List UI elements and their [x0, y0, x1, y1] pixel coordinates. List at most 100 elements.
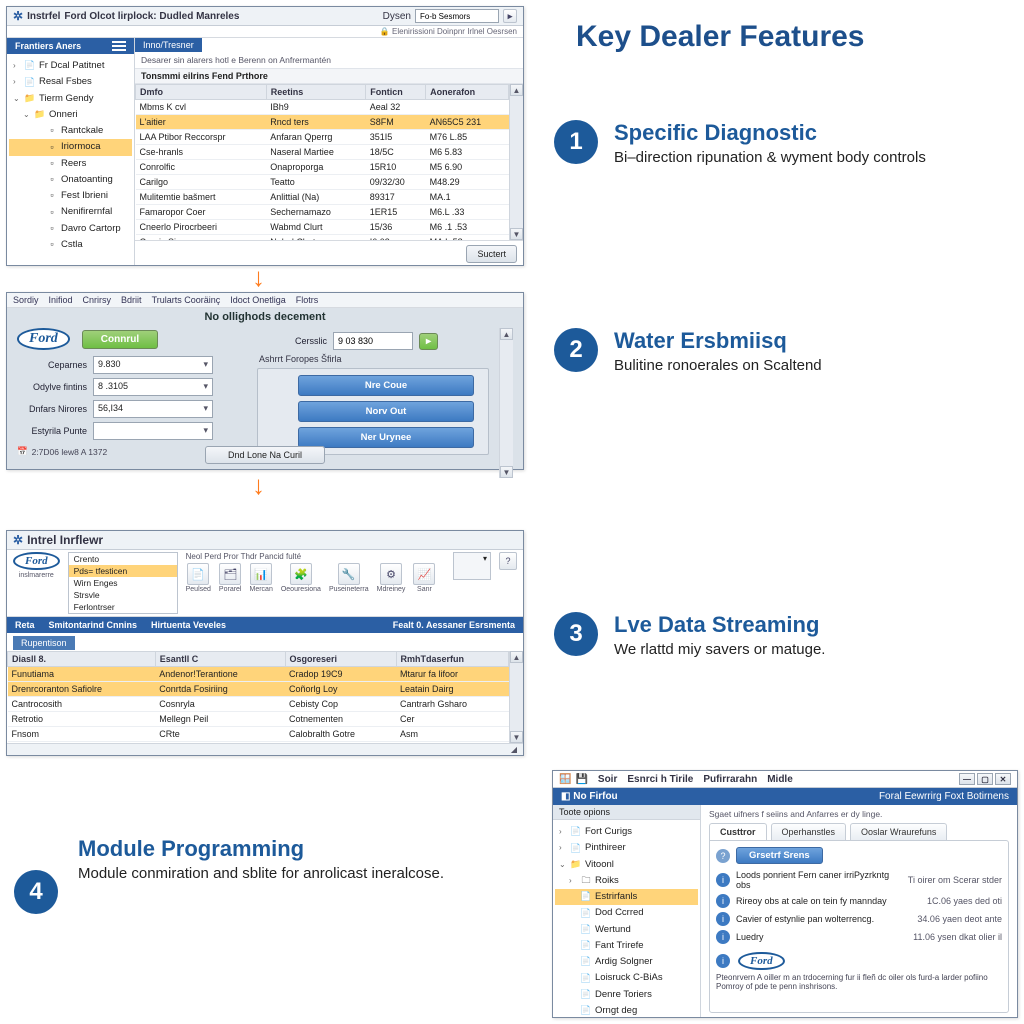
tree-item[interactable]: 📄Estrirfanls — [555, 889, 698, 905]
tab-customer[interactable]: Custtror — [709, 823, 767, 840]
toolbar-button[interactable]: 🧩 — [290, 563, 312, 585]
tree-item[interactable]: 📄Fant Trirefe — [555, 938, 698, 954]
tree-item[interactable]: ▫Nenifirernfal — [9, 204, 132, 220]
tree-item[interactable]: ›🗀Roiks — [555, 873, 698, 889]
table-row[interactable]: Cse-hranlsNaseral Martiee18/5CM6 5.83 — [136, 145, 509, 160]
toolbar-button[interactable]: 🔧 — [338, 563, 360, 585]
data-grid[interactable]: DmfoReetinsFonticnAonerafonMbms K cvlIBh… — [135, 84, 509, 240]
menu-bar[interactable]: SordiyInifiodCnrirsyBdriitTrularts Coorä… — [7, 293, 523, 308]
table-row[interactable]: Mbms K cvlIBh9Aeal 32 — [136, 100, 509, 115]
scroll-down[interactable]: ▼ — [510, 228, 523, 240]
footer-button[interactable]: Suctert — [466, 245, 517, 263]
tree-item[interactable]: 📄Wertund — [555, 922, 698, 938]
table-row[interactable]: Mulitemtie bašmertAnlittial (Na)89317MA.… — [136, 190, 509, 205]
general-button[interactable]: Grsetrf Srens — [736, 847, 823, 864]
tab-active[interactable]: Inno/Tresner — [135, 38, 202, 52]
tree-item[interactable]: ▫Cstla — [9, 237, 132, 253]
tree-item[interactable]: ›📄Fort Curigs — [555, 824, 698, 840]
scrollbar[interactable]: ▲ ▼ — [509, 651, 523, 743]
select-input[interactable]: 8 .3105▾ — [93, 378, 213, 396]
select-input[interactable]: ▾ — [93, 422, 213, 440]
table-row[interactable]: ConrolficOnaproporga15R10M5 6.90 — [136, 160, 509, 175]
table-row[interactable]: Drenrcoranton SafiolreConrtda FosiriingC… — [8, 682, 509, 697]
menu-item[interactable]: Flotrs — [296, 295, 319, 305]
menu-item[interactable]: Midle — [767, 774, 793, 785]
tree-item[interactable]: 📄Ardig Solgner — [555, 954, 698, 970]
help-button[interactable]: ? — [499, 552, 517, 570]
col-header[interactable]: Fonticn — [366, 85, 426, 100]
value-input[interactable] — [333, 332, 413, 350]
dropdown-menu[interactable]: CrentoPds= tfesticenWirn EngesStrsvleFer… — [68, 552, 178, 614]
menu-item[interactable]: Trularts Cooräinç — [152, 295, 221, 305]
data-grid[interactable]: Diasll 8.Esantll COsgoreseriRmhTdaserfun… — [7, 651, 509, 743]
action-button-2[interactable]: Norv Out — [298, 401, 474, 422]
table-row[interactable]: CantrocosithCosnrylaCebisty CopCantrarh … — [8, 697, 509, 712]
bottom-button[interactable]: Dnd Lone Na Curil — [205, 446, 325, 464]
resize-grip-icon[interactable]: ◢ — [511, 745, 517, 754]
table-row[interactable]: LAA Ptibor ReccorsprAnfaran Qperrg351I5M… — [136, 130, 509, 145]
nav-tree[interactable]: ›📄Fr Dcal Patitnet›📄Resal Fsbes⌄📁Tierm G… — [7, 54, 134, 257]
col-header[interactable]: RmhTdaserfun — [396, 652, 509, 667]
tab-operations[interactable]: Operhanstles — [771, 823, 847, 840]
minimize-button[interactable]: — — [959, 773, 975, 785]
tree-item[interactable]: ▫Rantckale — [9, 123, 132, 139]
action-button-1[interactable]: Nre Coue — [298, 375, 474, 396]
scroll-down[interactable]: ▼ — [510, 731, 523, 743]
menu-item[interactable]: Inifiod — [49, 295, 73, 305]
table-row[interactable]: L'aitierRncd tersS8FMAN65C5 231 — [136, 115, 509, 130]
go-button[interactable]: ▸ — [419, 333, 438, 350]
tree-item[interactable]: ›📄Fr Dcal Patitnet — [9, 58, 132, 74]
toolbar-button[interactable]: 📄 — [187, 563, 209, 585]
scrollbar[interactable]: ▲ ▼ — [509, 84, 523, 240]
tree-item[interactable]: 📄Dod Ccrred — [555, 905, 698, 921]
menu-icon[interactable] — [112, 41, 126, 51]
tree-item[interactable]: ▫Onatoanting — [9, 172, 132, 188]
col-header[interactable]: Diasll 8. — [8, 652, 156, 667]
tree-item[interactable]: ▫Davro Cartorp — [9, 221, 132, 237]
toolbar-button[interactable]: 📈 — [413, 563, 435, 585]
tree-item[interactable]: ▫Reers — [9, 156, 132, 172]
close-button[interactable]: ✕ — [995, 773, 1011, 785]
col-header[interactable]: Reetins — [266, 85, 365, 100]
table-row[interactable]: FnsomCRteCalobralth GotreAsm — [8, 727, 509, 742]
table-row[interactable]: FunutiamaAndenor!TerantioneCradop 19C9Mt… — [8, 667, 509, 682]
toolbar-button[interactable]: 📊 — [250, 563, 272, 585]
tree-item[interactable]: ⌄📁Tierm Gendy — [9, 91, 132, 107]
dropdown-item[interactable]: Wirn Enges — [69, 577, 177, 589]
tab-warranty[interactable]: Ooslar Wraurefuns — [850, 823, 947, 840]
maximize-button[interactable]: ▢ — [977, 773, 993, 785]
sidebar-tab[interactable]: Toote opions — [553, 805, 700, 820]
tree-item[interactable]: 📄Denre Toriers — [555, 987, 698, 1003]
tree-item[interactable]: ▫Fest Ibrieni — [9, 188, 132, 204]
connect-button[interactable]: Connrul — [82, 330, 158, 349]
menu-item[interactable]: Sordiy — [13, 295, 39, 305]
toolbar-button[interactable]: 🗂 — [219, 563, 241, 585]
tree-item[interactable]: 📄Loisruck C-BiAs — [555, 970, 698, 986]
scroll-up[interactable]: ▲ — [510, 651, 523, 663]
search-input[interactable] — [415, 9, 499, 23]
menu-item[interactable]: Esnrci h Tirile — [627, 774, 693, 785]
table-row[interactable]: Cneerlo PirocrbeeriWabmd Clurt15/36M6 .1… — [136, 220, 509, 235]
dropdown-item[interactable]: Strsvle — [69, 589, 177, 601]
scroll-up[interactable]: ▲ — [500, 328, 513, 340]
col-header[interactable]: Aonerafon — [426, 85, 509, 100]
scroll-up[interactable]: ▲ — [510, 84, 523, 96]
tab[interactable]: Smitontarind Cnnins — [49, 620, 138, 630]
dropdown-item[interactable]: Crento — [69, 553, 177, 565]
nav-tree[interactable]: ›📄Fort Curigs›📄Pinthireer⌄📁Vitoonl›🗀Roik… — [553, 820, 700, 1023]
menu-item[interactable]: Bdriit — [121, 295, 142, 305]
search-go-button[interactable]: ▸ — [503, 9, 517, 23]
menu-item[interactable]: Pufirrarahn — [703, 774, 757, 785]
toolbar-button[interactable]: ⚙ — [380, 563, 402, 585]
table-row[interactable]: CarilgoTeatto09/32/30M48.29 — [136, 175, 509, 190]
tree-item[interactable]: ›📄Resal Fsbes — [9, 74, 132, 90]
save-icon[interactable]: 💾 — [575, 774, 587, 785]
col-header[interactable]: Dmfo — [136, 85, 267, 100]
tree-item[interactable]: ›📄Pinthireer — [555, 840, 698, 856]
dropdown-item[interactable]: Ferlontrser — [69, 601, 177, 613]
dropdown-button[interactable]: ▾ — [453, 552, 491, 580]
select-input[interactable]: 9.830▾ — [93, 356, 213, 374]
select-input[interactable]: 56,I34▾ — [93, 400, 213, 418]
dropdown-item[interactable]: Pds= tfesticen — [69, 565, 177, 577]
table-row[interactable]: RetrotioMellegn PeilCotnementenCer — [8, 712, 509, 727]
